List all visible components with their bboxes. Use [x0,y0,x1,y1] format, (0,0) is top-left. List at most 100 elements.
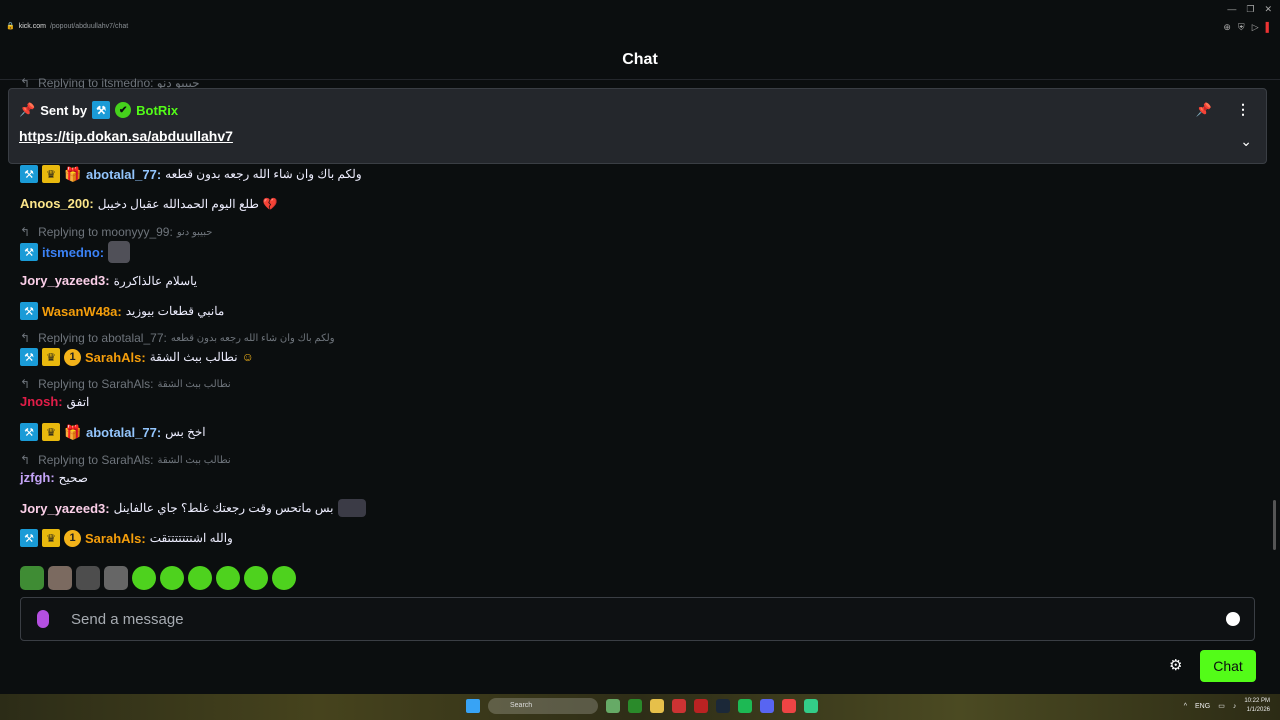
message-text: نطالب ببث الشقة [149,350,238,364]
spotify-icon[interactable] [738,699,752,713]
green-blob-emote-icon[interactable] [160,566,184,590]
reply-line: ↰ Replying to SarahAls: نطالب ببث الشقة [20,453,231,467]
bot-name[interactable]: BotRix [136,103,178,118]
reply-arrow-icon: ↰ [20,453,31,467]
chevron-up-icon[interactable]: ^ [1184,703,1187,710]
chat-message[interactable]: Jory_yazeed3: ياسلام عالذاكررة [20,273,197,288]
message-text: بس ماتحس وقت رجعتك غلط؟ جاي عالفاينل [113,501,334,515]
message-text: اخخ بس [165,425,206,439]
input-placeholder: Send a message [71,611,184,628]
minimize-icon[interactable]: — [1227,4,1236,15]
chat-send-button[interactable]: Chat [1200,650,1256,682]
reply-target: Replying to moonyyy_99: [38,225,173,239]
green-blob-emote-icon[interactable] [272,566,296,590]
wifi-icon[interactable]: ▭ [1218,702,1225,710]
extension-icon[interactable]: ▌ [1266,22,1272,33]
app-icon[interactable] [804,699,818,713]
gear-icon[interactable]: ⚙ [1169,656,1182,674]
chat-message[interactable]: ⚒ ♛ 🎁 abotalal_77: ولكم باك وان شاء الله… [20,165,362,183]
verified-badge-icon: ✔ [115,102,132,118]
message-text: اتفق [66,394,90,409]
crown-badge-icon: ♛ [42,423,60,441]
chevron-down-icon[interactable]: ⌄ [1240,133,1252,150]
face-emote-icon[interactable] [76,566,100,590]
more-options-icon[interactable]: ⋮ [1236,101,1250,118]
pinned-link[interactable]: https://tip.dokan.sa/abduullahv7 [19,128,233,144]
volume-icon[interactable]: ♪ [1233,703,1237,710]
pointing-emote-icon[interactable] [104,566,128,590]
emoji-picker-icon[interactable] [1226,612,1240,626]
username[interactable]: Jory_yazeed3: [20,501,110,516]
face-emote-icon[interactable] [48,566,72,590]
lang-indicator[interactable]: ENG [1195,703,1210,710]
steam-icon[interactable] [716,699,730,713]
scrollbar[interactable] [1273,500,1276,550]
taskbar-apps: Search [466,698,818,714]
blush-emoji-icon: ☺ [241,350,254,364]
pinned-header: 📌 Sent by ⚒ ✔ BotRix [19,101,178,119]
restore-icon[interactable]: ❐ [1246,4,1254,15]
unpin-icon[interactable]: 📌 [1196,102,1212,118]
username[interactable]: Jnosh: [20,394,63,409]
clock-time: 10:22 PM [1244,698,1270,704]
moderator-badge-icon: ⚒ [20,243,38,261]
shield-icon[interactable]: ⛨ [1238,22,1245,33]
chat-message[interactable]: ⚒ ♛ 1 SarahAls: نطالب ببث الشقة ☺ [20,348,254,366]
lock-icon: 🔒 [6,23,15,30]
chat-message[interactable]: Jnosh: اتفق [20,394,89,409]
gift-badge-icon: 🎁 [64,165,82,182]
username[interactable]: itsmedno: [42,245,104,260]
username[interactable]: abotalal_77: [86,425,161,440]
chat-message[interactable]: ⚒ ♛ 1 SarahAls: والله اشتتتتتتتقت [20,529,233,547]
zoom-icon[interactable]: ⊕ [1223,22,1231,33]
app-icon[interactable] [606,699,620,713]
chat-message[interactable]: jzfgh: صحيح [20,470,88,485]
chrome-icon[interactable] [782,699,796,713]
folder-icon[interactable] [650,699,664,713]
opera-icon[interactable] [672,699,686,713]
discord-icon[interactable] [760,699,774,713]
play-icon[interactable]: ▷ [1252,22,1259,33]
start-icon[interactable] [466,699,480,713]
xbox-icon[interactable] [628,699,642,713]
reply-quote: ولكم باك وان شاء الله رجعه بدون قطعه [170,332,335,344]
pepe-emote-icon[interactable] [20,566,44,590]
username[interactable]: SarahAls: [85,531,146,546]
green-blob-emote-icon[interactable] [132,566,156,590]
gift-badge-icon: 🎁 [64,423,82,440]
reply-target: Replying to SarahAls: [38,453,154,467]
chat-message[interactable]: Jory_yazeed3: بس ماتحس وقت رجعتك غلط؟ جا… [20,499,366,517]
crown-badge-icon: ♛ [42,529,60,547]
crown-badge-icon: ♛ [42,165,60,183]
taskbar-search[interactable]: Search [488,698,598,714]
green-blob-emote-icon[interactable] [216,566,240,590]
microphone-icon[interactable] [37,610,49,628]
green-blob-emote-icon[interactable] [188,566,212,590]
message-text: مانبي قطعات بيوزيد [125,304,225,318]
reply-quote: حبيبو دنو [176,226,213,238]
clock-date: 1/1/2026 [1246,707,1270,713]
message-input[interactable]: Send a message [20,597,1255,641]
chat-message[interactable]: ⚒ WasanW48a: مانبي قطعات بيوزيد [20,302,224,320]
username[interactable]: Anoos_200: [20,196,94,211]
app-icon[interactable] [694,699,708,713]
reply-line: ↰ Replying to moonyyy_99: حبيبو دنو [20,225,212,239]
username[interactable]: jzfgh: [20,470,55,485]
pinned-message[interactable]: 📌 Sent by ⚒ ✔ BotRix https://tip.dokan.s… [8,88,1267,164]
reply-arrow-icon: ↰ [20,377,31,391]
browser-bar: 🔒 kick.com/popout/abduullahv7/chat — ❐ ✕… [0,0,1280,36]
clock[interactable]: 10:22 PM 1/1/2026 [1244,697,1270,715]
username[interactable]: Jory_yazeed3: [20,273,110,288]
green-blob-emote-icon[interactable] [244,566,268,590]
reply-line: ↰ Replying to SarahAls: نطالب ببث الشقة [20,377,231,391]
sent-by-label: Sent by [40,102,88,118]
chat-message[interactable]: Anoos_200: طلع اليوم الحمدالله عقبال دخي… [20,196,278,211]
close-icon[interactable]: ✕ [1264,4,1272,15]
chat-message[interactable]: ⚒ ♛ 🎁 abotalal_77: اخخ بس [20,423,206,441]
message-text: ولكم باك وان شاء الله رجعه بدون قطعه [165,167,362,181]
username[interactable]: SarahAls: [85,350,146,365]
username[interactable]: abotalal_77: [86,167,161,182]
chat-message[interactable]: ⚒ itsmedno: [20,241,131,263]
username[interactable]: WasanW48a: [42,304,122,319]
address-bar[interactable]: 🔒 kick.com/popout/abduullahv7/chat [6,22,128,31]
